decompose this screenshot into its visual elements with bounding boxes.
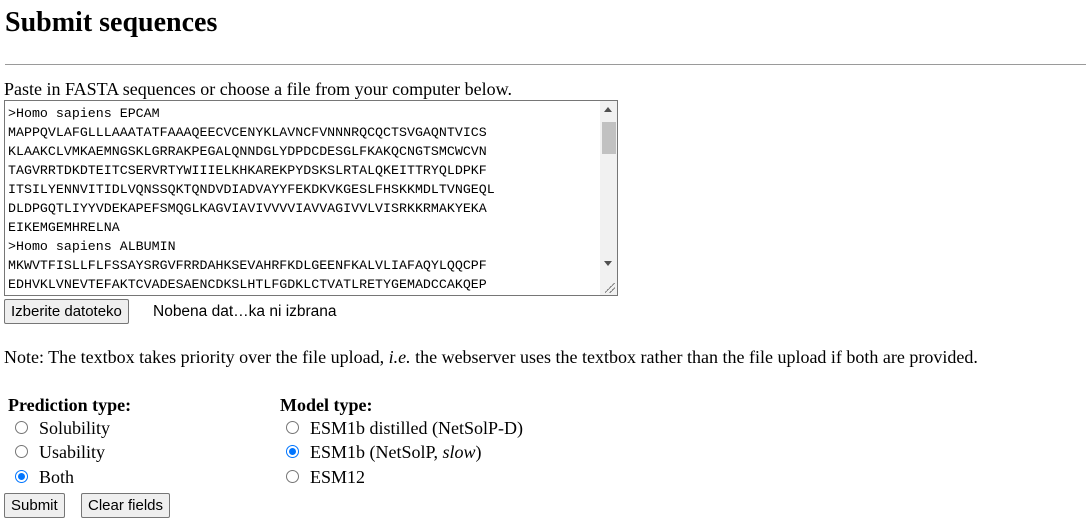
textarea-scrollbar[interactable] [600, 101, 617, 295]
file-status-text: Nobena dat…ka ni izbrana [153, 303, 337, 320]
solubility-label: Solubility [39, 418, 111, 438]
scroll-down-arrow-icon[interactable] [604, 261, 612, 266]
model-type-label: Model type: [280, 395, 373, 415]
note-text-start: Note: The textbox takes priority over th… [4, 347, 389, 367]
esm12-radio[interactable] [286, 470, 299, 483]
prediction-type-label: Prediction type: [8, 395, 132, 415]
note-text: Note: The textbox takes priority over th… [4, 347, 978, 367]
scroll-up-arrow-icon[interactable] [604, 107, 612, 112]
usability-label: Usability [39, 442, 105, 462]
note-ie: i.e. [388, 347, 411, 367]
choose-file-button[interactable]: Izberite datoteko [4, 299, 129, 324]
solubility-radio[interactable] [15, 421, 28, 434]
esm1b-label-slow: slow [442, 442, 476, 462]
both-label: Both [39, 467, 75, 487]
fasta-sequence-textarea[interactable]: >Homo sapiens EPCAM MAPPQVLAFGLLLAAATATF… [4, 100, 618, 296]
resize-handle-icon[interactable] [605, 283, 615, 293]
clear-fields-button[interactable]: Clear fields [81, 493, 171, 518]
note-text-end: the webserver uses the textbox rather th… [410, 347, 978, 367]
fasta-sequence-text: >Homo sapiens EPCAM MAPPQVLAFGLLLAAATATF… [8, 106, 495, 292]
esm1b-distilled-radio[interactable] [286, 421, 299, 434]
esm1b-distilled-label: ESM1b distilled (NetSolP-D) [310, 418, 524, 438]
both-radio[interactable] [15, 470, 28, 483]
intro-text: Paste in FASTA sequences or choose a fil… [4, 79, 512, 99]
scrollbar-thumb[interactable] [602, 122, 616, 154]
esm1b-radio[interactable] [286, 445, 299, 458]
divider [5, 64, 1086, 65]
submit-button[interactable]: Submit [4, 493, 65, 518]
page-title: Submit sequences [5, 7, 218, 38]
esm1b-label-main: ESM1b (NetSolP, [310, 442, 443, 462]
usability-radio[interactable] [15, 445, 28, 458]
esm12-label: ESM12 [310, 467, 366, 487]
esm1b-label-end: ) [475, 442, 482, 462]
esm1b-label: ESM1b (NetSolP, slow) [310, 441, 482, 463]
